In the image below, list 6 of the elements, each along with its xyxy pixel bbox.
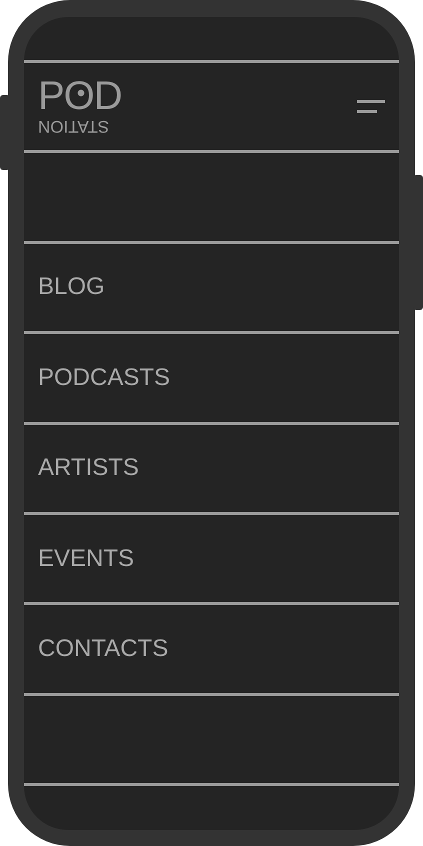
menu-item[interactable]: BLOG: [38, 275, 105, 300]
menu-item[interactable]: EVENTS: [38, 546, 134, 571]
logo-subtitle: STATION: [38, 118, 110, 136]
menu-item[interactable]: PODCASTS: [38, 366, 170, 390]
menu-item[interactable]: ARTISTS: [38, 456, 139, 480]
menu-item[interactable]: CONTACTS: [38, 637, 168, 662]
